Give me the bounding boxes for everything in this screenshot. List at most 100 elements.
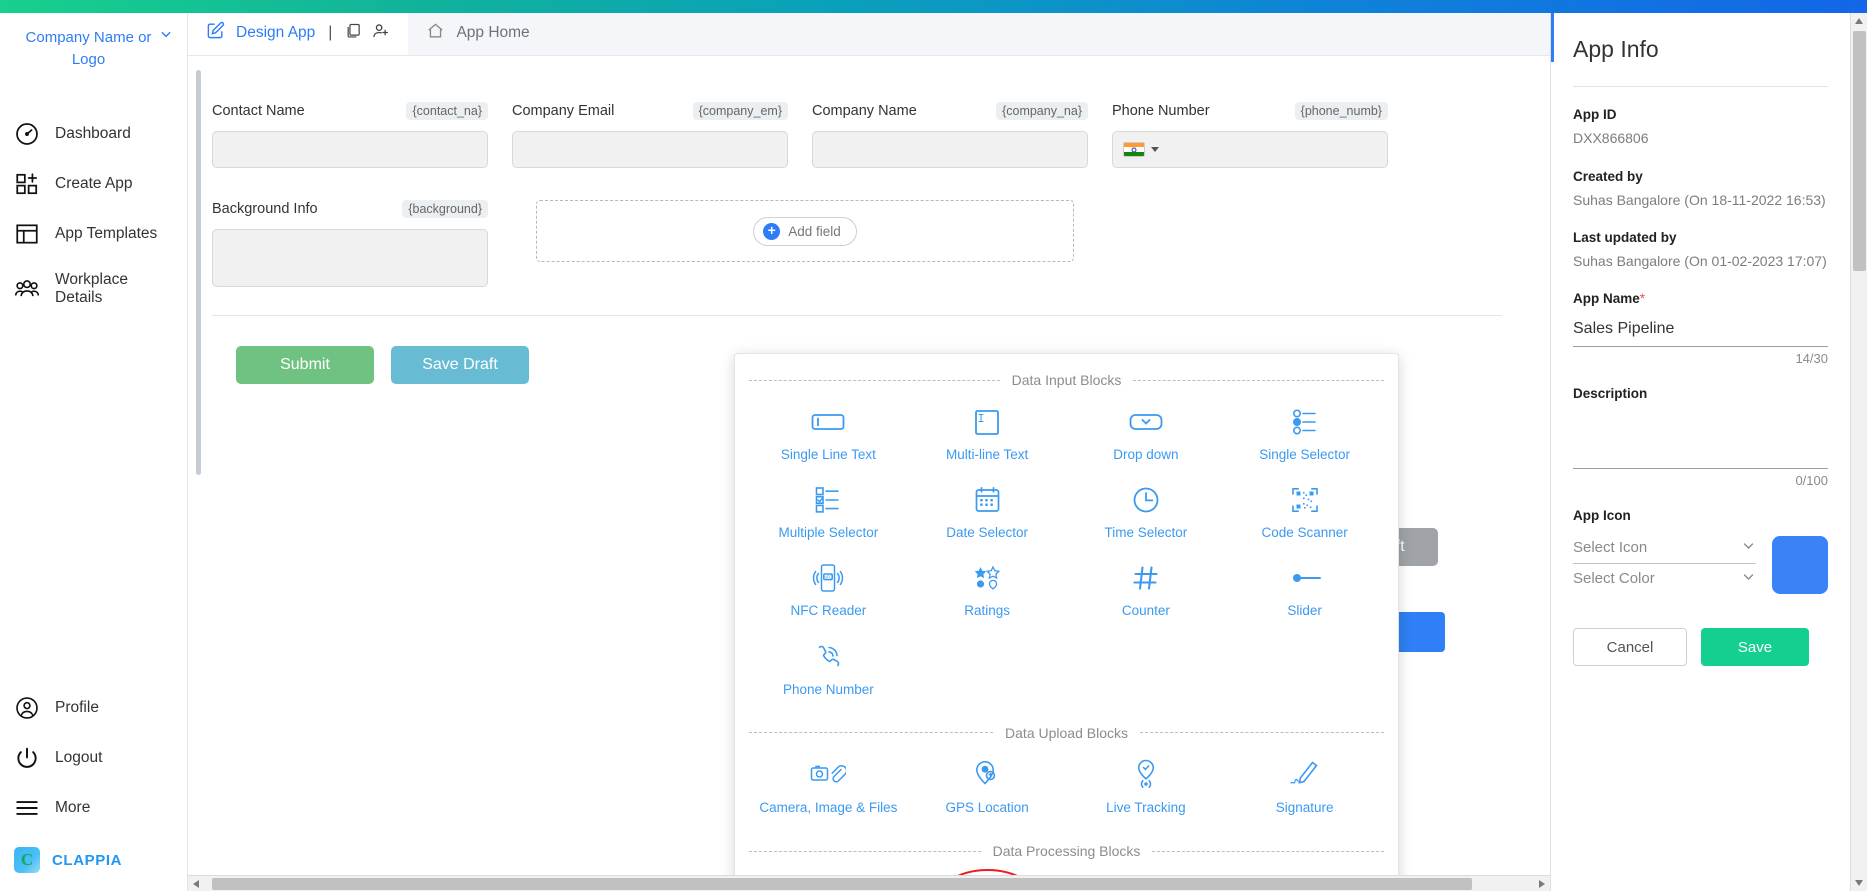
app-name-label-text: App Name — [1573, 291, 1640, 307]
block-label: Multi-line Text — [945, 447, 1029, 462]
field-company-email: Company Email {company_em} — [512, 102, 788, 168]
company-selector[interactable]: Company Name or Logo — [0, 27, 187, 71]
tab-design-app[interactable]: Design App | — [188, 13, 409, 55]
block-signature[interactable]: Signature — [1225, 747, 1384, 825]
block-time-selector[interactable]: Time Selector — [1067, 472, 1226, 550]
app-id-label: App ID — [1573, 107, 1617, 123]
app-icon-color-swatch[interactable] — [1772, 536, 1828, 595]
field-contact-name: Contact Name {contact_na} — [212, 102, 488, 168]
sidebar-item-create-app[interactable]: Create App — [0, 159, 187, 209]
block-counter[interactable]: Counter — [1067, 550, 1226, 628]
block-multiple-selector[interactable]: Multiple Selector — [749, 472, 908, 550]
field-variable-tag: {background} — [402, 200, 488, 218]
block-gps-location[interactable]: GPS Location — [908, 747, 1067, 825]
background-info-textarea[interactable] — [212, 229, 488, 287]
sidebar-item-profile[interactable]: Profile — [0, 683, 187, 733]
section-title-data-upload: Data Upload Blocks — [749, 725, 1384, 741]
sidebar-item-app-templates[interactable]: App Templates — [0, 209, 187, 259]
clock-icon — [1132, 484, 1160, 516]
add-field-button[interactable]: + Add field — [753, 216, 857, 246]
block-drop-down[interactable]: Drop down — [1067, 394, 1226, 472]
select-color-dropdown[interactable]: Select Color — [1573, 564, 1756, 594]
block-label: GPS Location — [945, 799, 1029, 815]
sidebar-item-label: Create App — [55, 174, 133, 192]
scroll-right-arrow-icon[interactable] — [1539, 880, 1545, 888]
block-label: Date Selector — [946, 525, 1029, 541]
description-textarea[interactable] — [1573, 407, 1828, 470]
field-label: Background Info — [212, 201, 318, 217]
plus-circle-icon: + — [763, 222, 781, 240]
block-live-tracking[interactable]: Live Tracking — [1067, 747, 1226, 825]
block-date-selector[interactable]: Date Selector — [908, 472, 1067, 550]
required-asterisk: * — [1639, 291, 1646, 307]
block-label: Ratings — [964, 603, 1011, 619]
sidebar-bottom-nav: Profile Logout More C CLAPPIA — [0, 683, 187, 891]
field-label: Company Email — [512, 103, 615, 119]
save-draft-button[interactable]: Save Draft — [391, 346, 529, 384]
field-phone-number: Phone Number {phone_numb} — [1112, 102, 1388, 168]
horizontal-scrollbar-thumb[interactable] — [212, 878, 1472, 890]
block-ratings[interactable]: Ratings — [908, 550, 1067, 628]
scroll-left-arrow-icon[interactable] — [193, 880, 199, 888]
created-by-value: Suhas Bangalore (On 18-11-2022 16:53) — [1573, 191, 1826, 208]
india-flag-icon — [1123, 142, 1145, 157]
select-icon-dropdown[interactable]: Select Icon — [1573, 533, 1756, 565]
company-email-input[interactable] — [512, 131, 788, 168]
vertical-scrollbar[interactable] — [1850, 13, 1867, 891]
add-field-label: Add field — [788, 223, 841, 239]
save-button[interactable]: Save — [1701, 628, 1809, 667]
single-selector-icon — [1291, 406, 1319, 438]
phone-number-input[interactable] — [1112, 131, 1388, 168]
sidebar-item-dashboard[interactable]: Dashboard — [0, 109, 187, 159]
scroll-up-arrow-icon[interactable] — [1855, 18, 1863, 24]
block-label: Counter — [1121, 603, 1170, 619]
form-row-2: Background Info {background} + Add field — [212, 200, 1526, 287]
submit-button[interactable]: Submit — [236, 346, 374, 384]
field-header: Company Name {company_na} — [812, 102, 1088, 120]
add-field-dropzone[interactable]: + Add field — [536, 200, 1074, 262]
chevron-down-icon — [1741, 569, 1756, 588]
sidebar-item-more[interactable]: More — [0, 783, 187, 833]
block-label: Single Line Text — [780, 447, 876, 462]
nfc-icon: NFC — [812, 562, 844, 594]
block-single-selector[interactable]: Single Selector — [1225, 394, 1384, 472]
add-user-icon[interactable] — [372, 22, 390, 45]
tab-app-home[interactable]: App Home — [408, 13, 548, 55]
block-single-line-text[interactable]: Single Line Text — [749, 394, 908, 472]
block-multi-line-text[interactable]: Multi-line Text — [908, 394, 1067, 472]
horizontal-scrollbar[interactable] — [188, 875, 1550, 891]
contact-name-input[interactable] — [212, 131, 488, 168]
cancel-button[interactable]: Cancel — [1573, 628, 1687, 667]
create-app-icon — [14, 171, 40, 197]
block-phone-number[interactable]: Phone Number — [749, 629, 908, 707]
chevron-down-icon[interactable] — [1151, 147, 1159, 152]
block-slider[interactable]: Slider — [1225, 550, 1384, 628]
panel-divider — [1573, 86, 1828, 88]
block-label: Phone Number — [782, 681, 874, 697]
multiple-selector-icon — [814, 484, 842, 516]
block-camera-image-files[interactable]: Camera, Image & Files — [749, 747, 908, 825]
field-label: Phone Number — [1112, 103, 1210, 119]
app-name-counter: 14/30 — [1795, 351, 1828, 367]
block-code-scanner[interactable]: Code Scanner — [1225, 472, 1384, 550]
sidebar-item-logout[interactable]: Logout — [0, 733, 187, 783]
field-header: Background Info {background} — [212, 200, 488, 218]
sidebar-item-workplace-details[interactable]: Workplace Details — [0, 259, 187, 319]
inner-scroll-indicator[interactable] — [196, 70, 201, 475]
block-label: NFC Reader — [790, 603, 867, 619]
block-nfc-reader[interactable]: NFC NFC Reader — [749, 550, 908, 628]
hamburger-icon — [14, 795, 40, 821]
vertical-scrollbar-thumb[interactable] — [1853, 31, 1866, 271]
block-label: Code Scanner — [1261, 525, 1348, 541]
app-name-input[interactable]: Sales Pipeline — [1573, 314, 1828, 348]
scroll-down-arrow-icon[interactable] — [1855, 880, 1863, 886]
block-label: Live Tracking — [1106, 799, 1186, 815]
copy-app-icon[interactable] — [345, 22, 362, 44]
edit-square-icon — [206, 21, 225, 45]
app-info-buttons: Cancel Save — [1573, 628, 1828, 667]
data-upload-blocks-grid: Camera, Image & Files GPS Location Live … — [749, 747, 1384, 825]
gps-pin-icon — [974, 759, 1000, 791]
gradient-top-bar — [0, 0, 1867, 13]
company-name-input[interactable] — [812, 131, 1088, 168]
app-icon-row: Select Icon Select Color — [1573, 533, 1828, 595]
